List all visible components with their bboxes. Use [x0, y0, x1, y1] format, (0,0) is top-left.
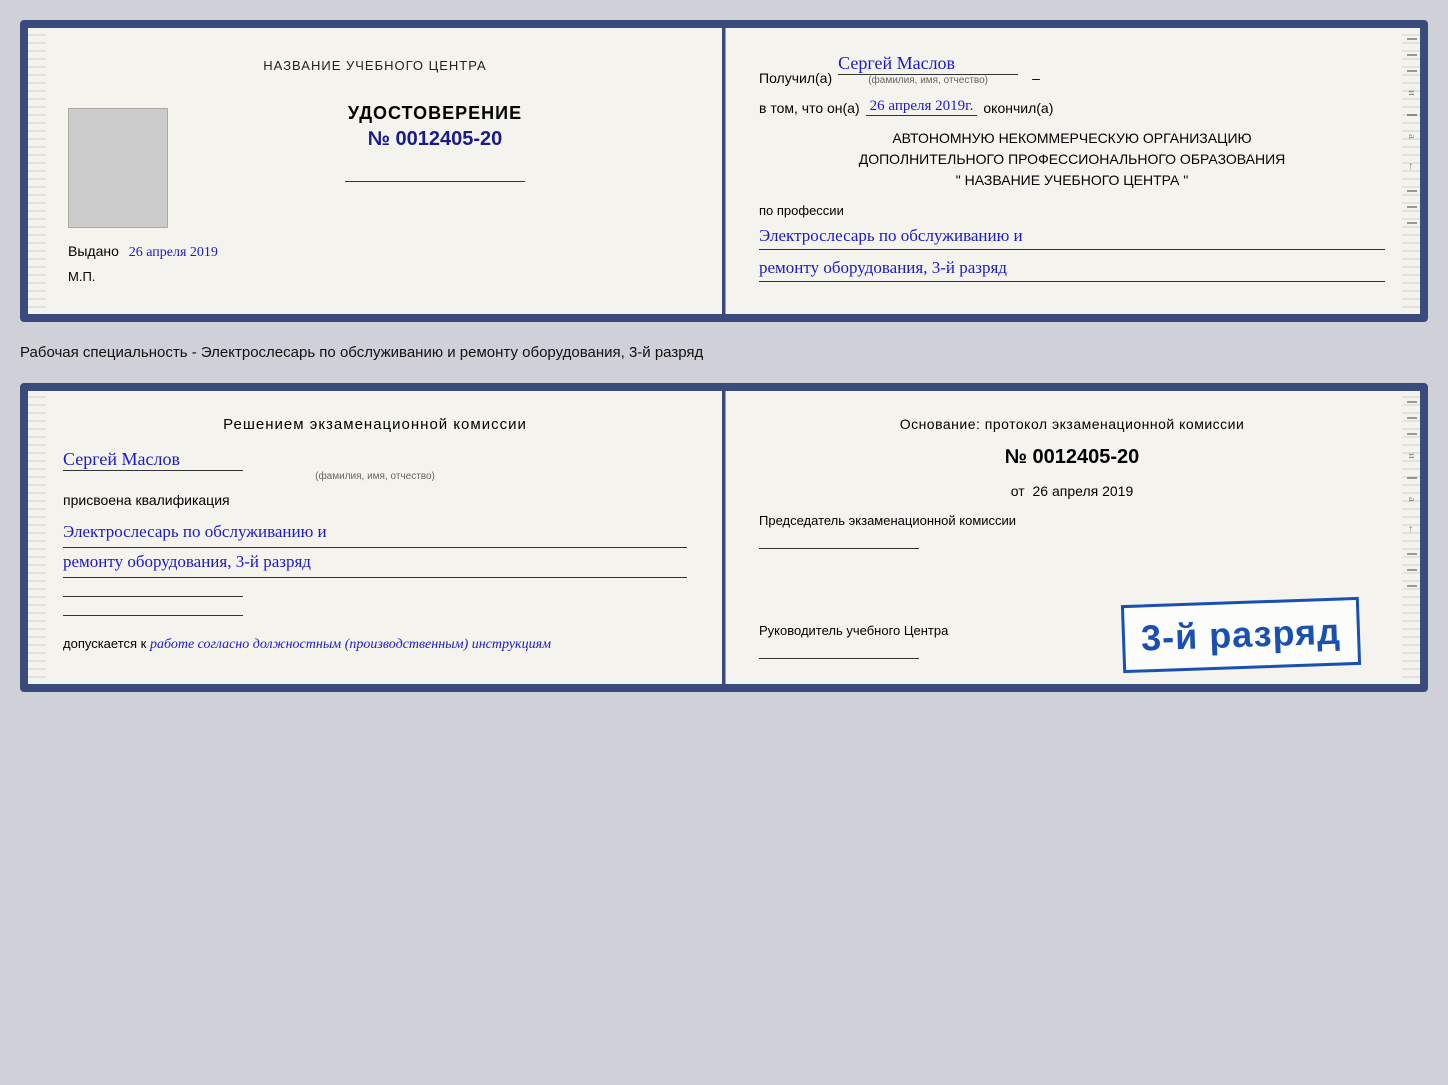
- stamp: 3-й разряд: [1121, 597, 1361, 673]
- org-line3: " НАЗВАНИЕ УЧЕБНОГО ЦЕНТРА ": [759, 170, 1385, 191]
- photo-placeholder: [68, 108, 168, 228]
- fio-block-2: Сергей Маслов (фамилия, имя, отчество): [63, 449, 687, 482]
- vtom-date: 26 апреля 2019г.: [866, 98, 978, 116]
- proto-num-value: 0012405-20: [1033, 446, 1140, 468]
- dopuskaetsya-block: допускается к работе согласно должностны…: [63, 636, 687, 653]
- ot-date-row: от 26 апреля 2019: [759, 483, 1385, 499]
- number-label: №: [368, 128, 390, 150]
- vydano-label: Выдано: [68, 243, 119, 259]
- org-line1: АВТОНОМНУЮ НЕКОММЕРЧЕСКУЮ ОРГАНИЗАЦИЮ: [759, 128, 1385, 149]
- prisvoena-label: присвоена квалификация: [63, 492, 687, 508]
- predsedatel-label: Председатель экзаменационной комиссии: [759, 513, 1385, 528]
- fio-handwritten-2: Сергей Маслов: [63, 449, 243, 471]
- kvalf-line1: Электрослесарь по обслуживанию и: [63, 518, 687, 548]
- fio-sub-2: (фамилия, имя, отчество): [63, 471, 687, 482]
- vydano-date: 26 апреля 2019: [129, 245, 218, 260]
- udostoverenie-title: УДОСТОВЕРЕНИЕ: [348, 103, 522, 124]
- between-label: Рабочая специальность - Электрослесарь п…: [20, 340, 1428, 365]
- signature-line-1: [63, 596, 243, 597]
- resheniem-title: Решением экзаменационной комиссии: [63, 416, 687, 433]
- document-2: Решением экзаменационной комиссии Сергей…: [20, 383, 1428, 692]
- proto-num-label: №: [1005, 446, 1027, 468]
- dopusk-text: работе согласно должностным (производств…: [150, 637, 551, 652]
- predsedatel-sig-line: [759, 548, 919, 549]
- ot-label: от: [1011, 483, 1025, 499]
- vydano-line: Выдано 26 апреля 2019: [68, 243, 682, 261]
- signature-line-2: [63, 615, 243, 616]
- doc2-right-panel: Основание: протокол экзаменационной коми…: [724, 391, 1420, 684]
- dopuskaetsya-label: допускается к: [63, 636, 146, 651]
- fio-sub-1: (фамилия, имя, отчество): [838, 75, 1018, 86]
- stamp-text: 3-й разряд: [1140, 611, 1341, 660]
- prof-line1: Электрослесарь по обслуживанию и: [759, 222, 1385, 250]
- ot-date-value: 26 апреля 2019: [1033, 483, 1134, 499]
- kvalf-block: Электрослесарь по обслуживанию и ремонту…: [63, 518, 687, 578]
- vtom-row: в том, что он(а) 26 апреля 2019г. окончи…: [759, 98, 1385, 116]
- mp-label: М.П.: [68, 269, 682, 284]
- doc2-left-panel: Решением экзаменационной комиссии Сергей…: [28, 391, 724, 684]
- po-professii-block: по профессии Электрослесарь по обслужива…: [759, 203, 1385, 282]
- poluchil-label: Получил(а): [759, 70, 832, 86]
- rukovoditel-sig-line: [759, 658, 919, 659]
- protocol-number: № 0012405-20: [759, 446, 1385, 469]
- document-1: НАЗВАНИЕ УЧЕБНОГО ЦЕНТРА УДОСТОВЕРЕНИЕ №…: [20, 20, 1428, 322]
- org-line2: ДОПОЛНИТЕЛЬНОГО ПРОФЕССИОНАЛЬНОГО ОБРАЗО…: [759, 149, 1385, 170]
- vtom-label: в том, что он(а): [759, 100, 860, 116]
- doc1-right-panel: Получил(а) Сергей Маслов (фамилия, имя, …: [724, 28, 1420, 314]
- okonchil-label: окончил(а): [983, 100, 1053, 116]
- org-block: АВТОНОМНУЮ НЕКОММЕРЧЕСКУЮ ОРГАНИЗАЦИЮ ДО…: [759, 128, 1385, 191]
- fio-handwritten: Сергей Маслов: [838, 53, 1018, 75]
- center-title-1: НАЗВАНИЕ УЧЕБНОГО ЦЕНТРА: [263, 58, 486, 73]
- prof-line2: ремонту оборудования, 3-й разряд: [759, 254, 1385, 282]
- udostoverenie-num-value: 0012405-20: [396, 128, 503, 150]
- poluchil-row: Получил(а) Сергей Маслов (фамилия, имя, …: [759, 53, 1385, 86]
- po-professii-label: по профессии: [759, 203, 1385, 218]
- doc1-left-panel: НАЗВАНИЕ УЧЕБНОГО ЦЕНТРА УДОСТОВЕРЕНИЕ №…: [28, 28, 724, 314]
- dash-1: –: [1032, 70, 1040, 86]
- kvalf-line2: ремонту оборудования, 3-й разряд: [63, 548, 687, 578]
- page-wrapper: НАЗВАНИЕ УЧЕБНОГО ЦЕНТРА УДОСТОВЕРЕНИЕ №…: [20, 20, 1428, 692]
- udostoverenie-block: УДОСТОВЕРЕНИЕ № 0012405-20: [188, 103, 682, 182]
- osnovanie-title: Основание: протокол экзаменационной коми…: [759, 416, 1385, 432]
- udostoverenie-number: № 0012405-20: [368, 128, 503, 151]
